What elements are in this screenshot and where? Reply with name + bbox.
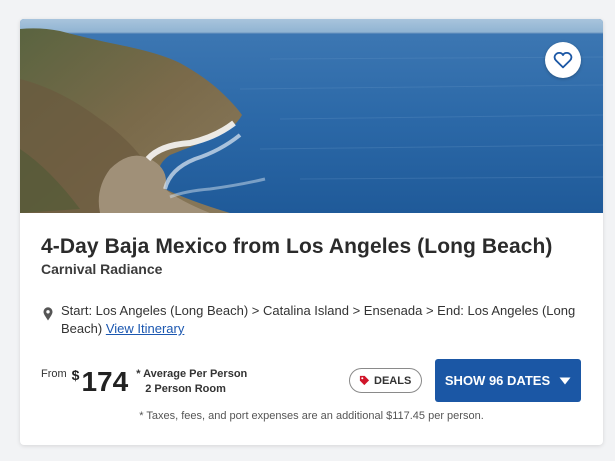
show-dates-button[interactable]: SHOW 96 DATES xyxy=(435,359,581,402)
cruise-card: 4-Day Baja Mexico from Los Angeles (Long… xyxy=(20,19,603,445)
view-itinerary-link[interactable]: View Itinerary xyxy=(106,321,185,336)
ship-name: Carnival Radiance xyxy=(41,261,163,277)
destination-photo[interactable] xyxy=(20,19,603,213)
price-block: From $ 174 * Average Per Person 2 Person… xyxy=(41,366,247,397)
show-dates-label: SHOW 96 DATES xyxy=(444,373,551,388)
cruise-title[interactable]: 4-Day Baja Mexico from Los Angeles (Long… xyxy=(41,235,581,259)
from-label: From xyxy=(41,368,67,380)
itinerary: Start: Los Angeles (Long Beach) > Catali… xyxy=(41,302,586,338)
caret-down-icon xyxy=(559,377,571,384)
tax-disclaimer: * Taxes, fees, and port expenses are an … xyxy=(139,410,484,422)
price-notes: * Average Per Person 2 Person Room xyxy=(136,367,247,397)
deals-button[interactable]: DEALS xyxy=(349,368,423,393)
currency-symbol: $ xyxy=(71,367,80,383)
heart-icon xyxy=(553,51,573,69)
price-note-average: * Average Per Person xyxy=(136,368,248,380)
favorite-button[interactable] xyxy=(545,42,581,78)
coastline-image xyxy=(20,19,603,213)
price-amount: 174 xyxy=(81,366,129,397)
tag-icon xyxy=(359,375,370,386)
price-note-room: 2 Person Room xyxy=(145,383,226,395)
deals-label: DEALS xyxy=(374,374,412,387)
map-pin-icon xyxy=(43,307,53,321)
